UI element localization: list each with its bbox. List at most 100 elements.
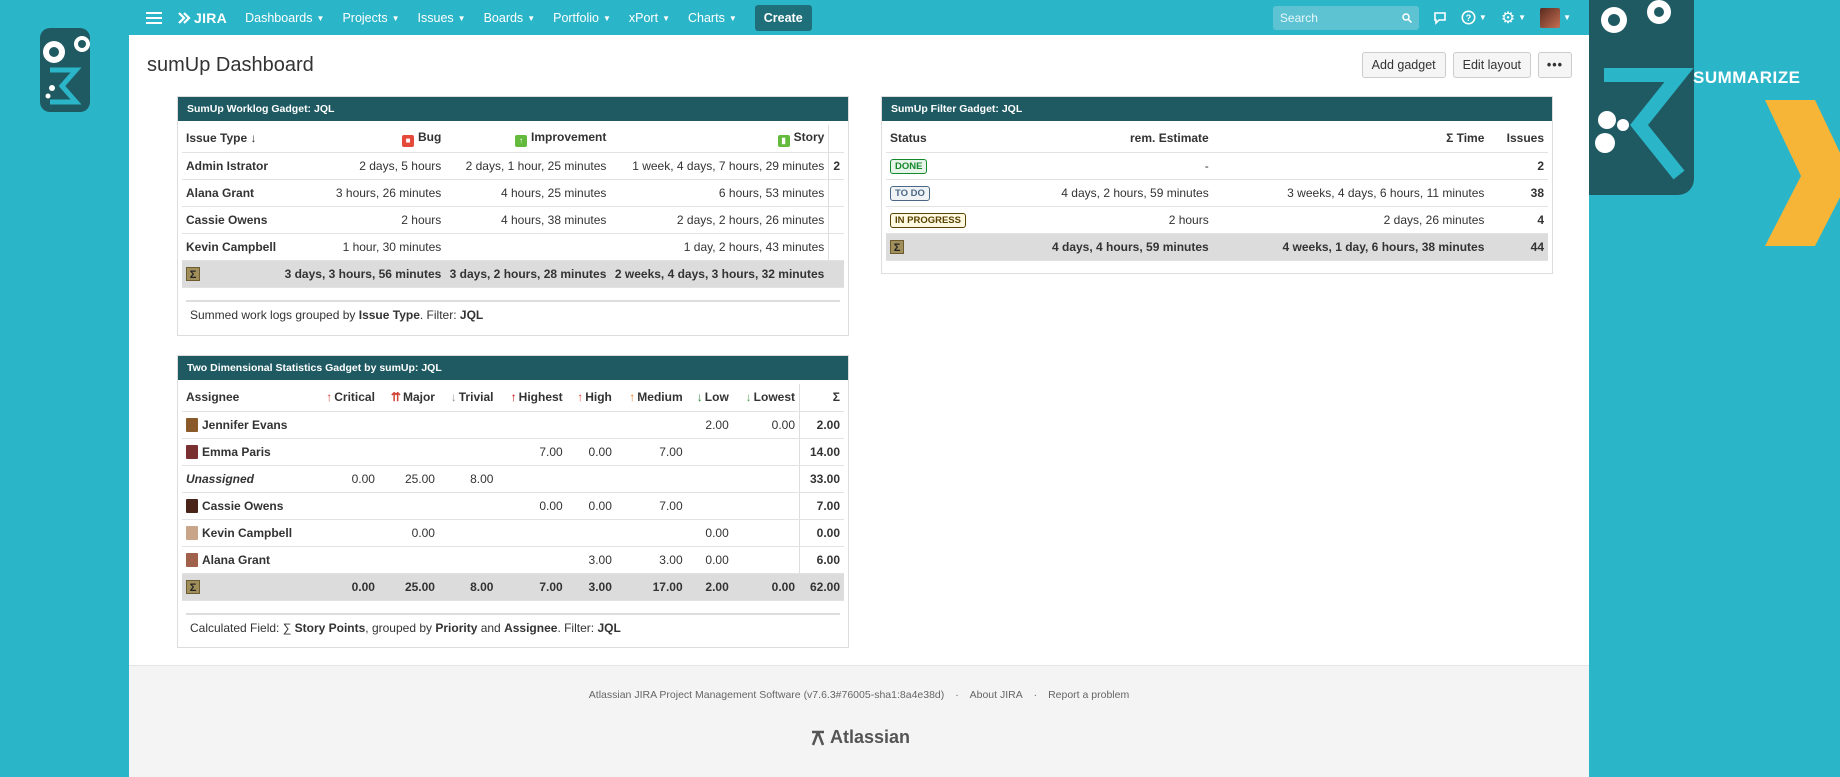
column-header-status[interactable]: Status [886, 125, 997, 153]
column-header-assignee[interactable]: Assignee [182, 384, 314, 412]
column-sum-cell[interactable]: 62.00 [799, 573, 844, 601]
stat-cell[interactable] [378, 546, 439, 574]
column-sum-cell[interactable]: 25.00 [378, 573, 439, 601]
stat-cell[interactable] [686, 438, 733, 466]
stat-cell[interactable]: 7.00 [615, 492, 687, 520]
column-header-bug[interactable]: ■ Bug [280, 125, 446, 153]
stat-cell[interactable] [732, 519, 800, 547]
stat-cell[interactable] [732, 438, 800, 466]
column-header-priority[interactable]: ↑ Critical [313, 384, 379, 412]
search-input[interactable]: Search [1272, 5, 1419, 30]
row-sum-cell[interactable]: 0.00 [799, 519, 844, 547]
stat-cell[interactable] [378, 492, 439, 520]
stat-cell[interactable] [438, 546, 498, 574]
filter-gadget-title[interactable]: SumUp Filter Gadget: JQL [882, 97, 1552, 121]
stat-cell[interactable]: 0.00 [686, 546, 733, 574]
issue-type-row-label[interactable]: Kevin Campbell [182, 233, 281, 261]
feedback-button[interactable] [1433, 11, 1447, 25]
stat-cell[interactable]: 0.00 [686, 519, 733, 547]
create-button[interactable]: Create [754, 4, 812, 31]
stat-cell[interactable] [686, 492, 733, 520]
assignee-cell[interactable]: Kevin Campbell [182, 519, 314, 547]
stat-cell[interactable] [615, 411, 687, 439]
more-options-button[interactable]: ••• [1538, 52, 1572, 78]
column-sum-cell[interactable]: 8.00 [438, 573, 498, 601]
stat-cell[interactable] [497, 519, 567, 547]
stat-cell[interactable]: 0.00 [566, 438, 616, 466]
stat-cell[interactable] [615, 519, 687, 547]
row-sum-cell[interactable]: 6.00 [799, 546, 844, 574]
assignee-cell[interactable]: Unassigned [182, 465, 314, 493]
about-jira-link[interactable]: About JIRA [970, 689, 1023, 701]
stat-cell[interactable] [378, 411, 439, 439]
stat-cell[interactable] [313, 411, 379, 439]
nav-xport[interactable]: xPort ▼ [629, 11, 670, 25]
nav-boards[interactable]: Boards ▼ [484, 11, 536, 25]
status-badge[interactable]: TO DO [890, 185, 930, 201]
issues-count-cell[interactable]: 4 [1488, 206, 1548, 234]
status-badge[interactable]: IN PROGRESS [890, 212, 966, 228]
column-header-improvement[interactable]: ↑ Improvement [445, 125, 611, 153]
stat-cell[interactable] [732, 465, 800, 493]
column-header-priority[interactable]: ↑ Highest [497, 384, 567, 412]
stat-cell[interactable]: 0.00 [732, 411, 800, 439]
column-header-priority[interactable]: ⇈ Major [378, 384, 439, 412]
stat-cell[interactable] [438, 438, 498, 466]
settings-button[interactable]: ⚙ ▼ [1501, 8, 1526, 28]
stat-cell[interactable] [438, 411, 498, 439]
row-sum-cell[interactable]: 14.00 [799, 438, 844, 466]
two-dimensional-gadget-title[interactable]: Two Dimensional Statistics Gadget by sum… [178, 356, 848, 380]
column-header-priority[interactable]: ↓ Trivial [438, 384, 498, 412]
report-problem-link[interactable]: Report a problem [1048, 689, 1129, 701]
atlassian-logo[interactable]: Atlassian [808, 727, 910, 748]
assignee-cell[interactable]: Emma Paris [182, 438, 314, 466]
stat-cell[interactable] [313, 546, 379, 574]
issues-sum[interactable]: 44 [1488, 233, 1548, 261]
worklog-gadget-title[interactable]: SumUp Worklog Gadget: JQL [178, 97, 848, 121]
stat-cell[interactable] [566, 465, 616, 493]
assignee-cell[interactable]: Jennifer Evans [182, 411, 314, 439]
add-gadget-button[interactable]: Add gadget [1361, 52, 1446, 78]
stat-cell[interactable] [615, 465, 687, 493]
stat-cell[interactable]: 0.00 [378, 519, 439, 547]
stat-cell[interactable] [497, 546, 567, 574]
assignee-cell[interactable]: Alana Grant [182, 546, 314, 574]
assignee-cell[interactable]: Cassie Owens [182, 492, 314, 520]
row-sum-cell[interactable]: 2.00 [799, 411, 844, 439]
column-sum-cell[interactable]: 0.00 [732, 573, 800, 601]
stat-cell[interactable] [497, 411, 567, 439]
stat-cell[interactable] [313, 492, 379, 520]
stat-cell[interactable] [378, 438, 439, 466]
stat-cell[interactable] [566, 519, 616, 547]
issues-count-cell[interactable]: 2 [1488, 152, 1548, 180]
row-sum-cell[interactable]: 33.00 [799, 465, 844, 493]
stat-cell[interactable]: 3.00 [566, 546, 616, 574]
stat-cell[interactable]: 0.00 [313, 465, 379, 493]
help-button[interactable]: ? ▼ [1461, 10, 1487, 25]
column-sum-cell[interactable]: 7.00 [497, 573, 567, 601]
stat-cell[interactable]: 3.00 [615, 546, 687, 574]
column-header-priority[interactable]: ↓ Lowest [732, 384, 800, 412]
column-header-issue-type[interactable]: Issue Type ↓ [182, 125, 281, 153]
nav-issues[interactable]: Issues ▼ [418, 11, 466, 25]
stat-cell[interactable]: 25.00 [378, 465, 439, 493]
column-sum-cell[interactable]: 2.00 [686, 573, 733, 601]
column-header-rem-estimate[interactable]: rem. Estimate [996, 125, 1213, 153]
column-header-story[interactable]: ▮ Story [610, 125, 829, 153]
status-badge[interactable]: DONE [890, 158, 928, 174]
nav-portfolio[interactable]: Portfolio ▼ [553, 11, 611, 25]
stat-cell[interactable] [732, 546, 800, 574]
stat-cell[interactable] [438, 519, 498, 547]
issue-type-row-label[interactable]: Cassie Owens [182, 206, 281, 234]
stat-cell[interactable]: 0.00 [566, 492, 616, 520]
stat-cell[interactable] [438, 492, 498, 520]
column-header-time[interactable]: Σ Time [1212, 125, 1489, 153]
column-header-priority[interactable]: ↑ Medium [615, 384, 687, 412]
stat-cell[interactable]: 2.00 [686, 411, 733, 439]
column-sum-cell[interactable]: 0.00 [313, 573, 379, 601]
issues-count-cell[interactable]: 38 [1488, 179, 1548, 207]
issue-type-row-label[interactable]: Alana Grant [182, 179, 281, 207]
stat-cell[interactable]: 8.00 [438, 465, 498, 493]
column-sum-cell[interactable]: 3.00 [566, 573, 616, 601]
stat-cell[interactable]: 7.00 [497, 438, 567, 466]
